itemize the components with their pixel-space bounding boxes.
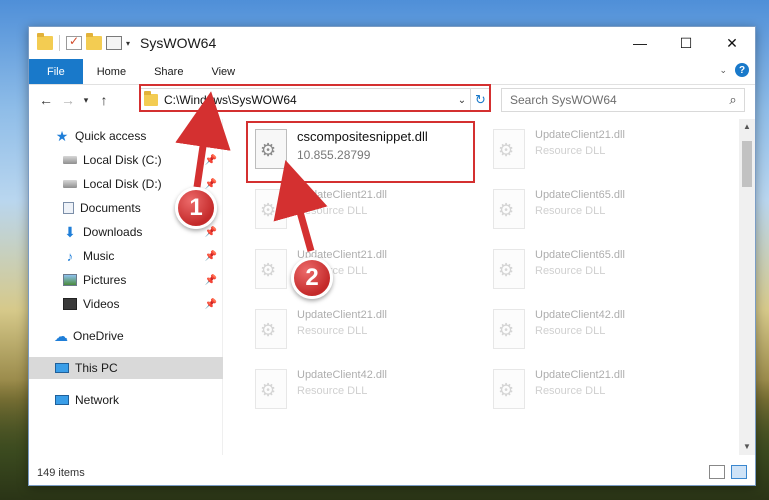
arrow-to-file bbox=[273, 160, 328, 252]
arrow-to-address-bar bbox=[175, 91, 231, 188]
step-one-badge: 1 bbox=[175, 187, 217, 229]
step-two-badge: 2 bbox=[291, 257, 333, 299]
file-explorer-window: ▾ SysWOW64 — ☐ ✕ File Home Share View ⌄ … bbox=[28, 26, 756, 486]
callout-arrows bbox=[175, 91, 328, 252]
